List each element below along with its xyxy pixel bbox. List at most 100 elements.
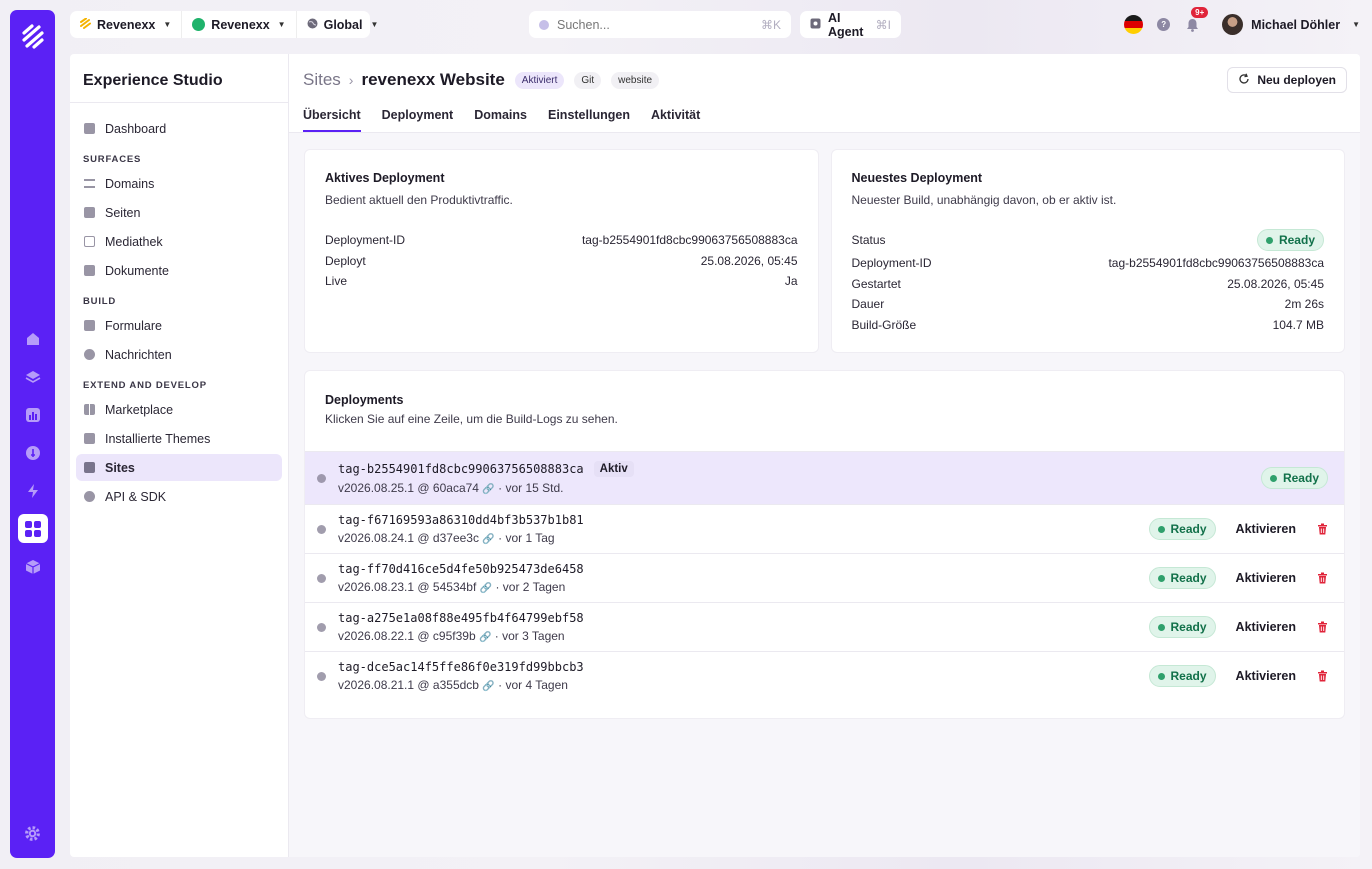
activate-button[interactable]: Aktivieren xyxy=(1236,620,1296,634)
org-selector[interactable]: Revenexx ▼ xyxy=(70,11,183,38)
deployment-age: · vor 15 Std. xyxy=(498,481,564,495)
workspace-status-icon xyxy=(192,18,206,31)
deployment-id: tag-a275e1a08f88e495fb4f64799ebf58 xyxy=(338,611,584,625)
deployment-version: v2026.08.21.1 @ a355dcb xyxy=(338,678,479,692)
trash-icon[interactable] xyxy=(1316,670,1328,682)
sidebar-item-formulare[interactable]: Formulare xyxy=(76,312,282,339)
sidebar-item-nachrichten[interactable]: Nachrichten xyxy=(76,341,282,368)
sidebar-item-sites[interactable]: Sites xyxy=(76,454,282,481)
revenexx-logo-icon xyxy=(80,17,91,32)
link-icon[interactable]: 🔗 xyxy=(479,632,491,643)
rail-automation-icon[interactable] xyxy=(18,476,48,505)
activate-button[interactable]: Aktivieren xyxy=(1236,571,1296,585)
global-search[interactable]: Suchen... ⌘K xyxy=(529,11,791,38)
sidebar-item-marketplace[interactable]: Marketplace xyxy=(76,396,282,423)
chevron-right-icon: › xyxy=(348,72,354,88)
brand-logo-icon[interactable] xyxy=(18,22,48,52)
redeploy-label: Neu deployen xyxy=(1257,73,1336,87)
activate-button[interactable]: Aktivieren xyxy=(1236,522,1296,536)
link-icon[interactable]: 🔗 xyxy=(482,484,494,495)
active-deployment-card: Aktives Deployment Bedient aktuell den P… xyxy=(304,149,819,353)
notifications-badge: 9+ xyxy=(1191,6,1209,18)
german-flag-icon[interactable] xyxy=(1124,15,1144,34)
tab-einstellungen[interactable]: Einstellungen xyxy=(548,108,630,132)
rail-analytics-icon[interactable] xyxy=(18,400,48,429)
table-row[interactable]: tag-f67169593a86310dd4bf3b537b1b81 v2026… xyxy=(305,504,1344,553)
redeploy-button[interactable]: Neu deployen xyxy=(1227,67,1347,93)
rail-studio-icon[interactable] xyxy=(17,514,48,543)
trash-icon[interactable] xyxy=(1316,523,1328,535)
globe-icon xyxy=(317,573,326,583)
site-detail: Sites › revenexx Website Aktiviert Git w… xyxy=(289,54,1360,857)
table-row[interactable]: tag-a275e1a08f88e495fb4f64799ebf58 v2026… xyxy=(305,602,1344,651)
detail-label: Status xyxy=(851,233,886,247)
sidebar-item-label: Installierte Themes xyxy=(105,431,211,446)
table-row[interactable]: tag-dce5ac14f5ffe86f0e319fd99bbcb3 v2026… xyxy=(305,651,1344,700)
sidebar-item-mediathek[interactable]: Mediathek xyxy=(76,228,282,255)
refresh-icon xyxy=(1238,73,1250,88)
search-placeholder: Suchen... xyxy=(557,17,610,32)
region-selector[interactable]: Global ▼ xyxy=(297,11,389,38)
detail-label: Deployt xyxy=(325,253,366,268)
help-icon[interactable]: ? xyxy=(1157,18,1171,31)
user-menu[interactable]: Michael Döhler ▼ xyxy=(1222,14,1360,35)
chevron-down-icon: ▼ xyxy=(163,20,172,29)
deployment-summary: Aktives Deployment Bedient aktuell den P… xyxy=(304,149,1345,353)
rail-insights-icon[interactable] xyxy=(18,438,48,467)
status-dot-icon xyxy=(1157,623,1165,631)
sidebar-item-dashboard[interactable]: Dashboard xyxy=(76,115,282,142)
sidebar-item-themes[interactable]: Installierte Themes xyxy=(76,425,282,452)
section-subtitle: Klicken Sie auf eine Zeile, um die Build… xyxy=(325,412,618,426)
status-text: Ready xyxy=(1170,669,1207,683)
detail-label: Build-Größe xyxy=(851,317,917,332)
header-actions: ? 9+ Michael Döhler ▼ xyxy=(1124,6,1360,38)
rail-packages-icon[interactable] xyxy=(18,552,48,581)
trash-icon[interactable] xyxy=(1316,572,1328,584)
dashboard-icon xyxy=(84,123,95,134)
forms-icon xyxy=(84,320,95,331)
tab-uebersicht[interactable]: Übersicht xyxy=(303,108,361,132)
tab-domains[interactable]: Domains xyxy=(474,108,527,132)
status-text: Ready xyxy=(1278,233,1315,247)
status-dot-icon xyxy=(1157,525,1165,533)
activate-button[interactable]: Aktivieren xyxy=(1236,669,1296,683)
themes-icon xyxy=(84,433,95,444)
deployment-version: v2026.08.23.1 @ 54534bf xyxy=(338,580,477,594)
table-row[interactable]: tag-ff70d416ce5d4fe50b925473de6458 v2026… xyxy=(305,553,1344,602)
status-badge: Ready xyxy=(1148,518,1216,540)
status-dot-icon xyxy=(1157,574,1165,582)
tab-aktivitaet[interactable]: Aktivität xyxy=(651,108,700,132)
globe-icon xyxy=(317,524,326,534)
sidebar-item-seiten[interactable]: Seiten xyxy=(76,199,282,226)
sidebar-item-dokumente[interactable]: Dokumente xyxy=(76,257,282,284)
workspace-selector[interactable]: Revenexx ▼ xyxy=(182,11,297,38)
tab-deployment[interactable]: Deployment xyxy=(382,108,454,132)
avatar xyxy=(1222,14,1244,35)
link-icon[interactable]: 🔗 xyxy=(482,681,494,692)
deployment-age: · vor 4 Tagen xyxy=(498,678,568,692)
sidebar-item-label: Seiten xyxy=(105,205,141,220)
marketplace-icon xyxy=(84,404,95,415)
detail-value: 25.08.2026, 05:45 xyxy=(1227,276,1324,291)
sidebar-item-label: Nachrichten xyxy=(105,347,172,362)
sidebar-item-api[interactable]: API & SDK xyxy=(76,483,282,510)
region-name: Global xyxy=(323,17,363,32)
sidebar-item-label: Formulare xyxy=(105,318,162,333)
detail-row: Build-Größe 104.7 MB xyxy=(852,315,1325,336)
notifications-bell-icon[interactable]: 9+ xyxy=(1184,6,1209,33)
pages-icon xyxy=(84,207,95,218)
settings-gear-icon[interactable] xyxy=(18,818,48,848)
ai-agent-button[interactable]: AI Agent ⌘I xyxy=(800,11,901,39)
search-shortcut: ⌘K xyxy=(760,17,781,32)
rail-home-icon[interactable] xyxy=(18,324,48,353)
trash-icon[interactable] xyxy=(1316,621,1328,633)
deployment-version: v2026.08.25.1 @ 60aca74 xyxy=(338,481,479,495)
rail-layers-icon[interactable] xyxy=(18,362,48,391)
breadcrumb-sites-link[interactable]: Sites xyxy=(303,70,341,90)
detail-row: Deployt 25.08.2026, 05:45 xyxy=(325,251,798,272)
status-badge: Ready xyxy=(1148,665,1216,687)
table-row[interactable]: tag-b2554901fd8cbc99063756508883ca Aktiv … xyxy=(305,451,1344,504)
link-icon[interactable]: 🔗 xyxy=(482,534,494,545)
link-icon[interactable]: 🔗 xyxy=(480,583,492,594)
sidebar-item-domains[interactable]: Domains xyxy=(76,170,282,197)
